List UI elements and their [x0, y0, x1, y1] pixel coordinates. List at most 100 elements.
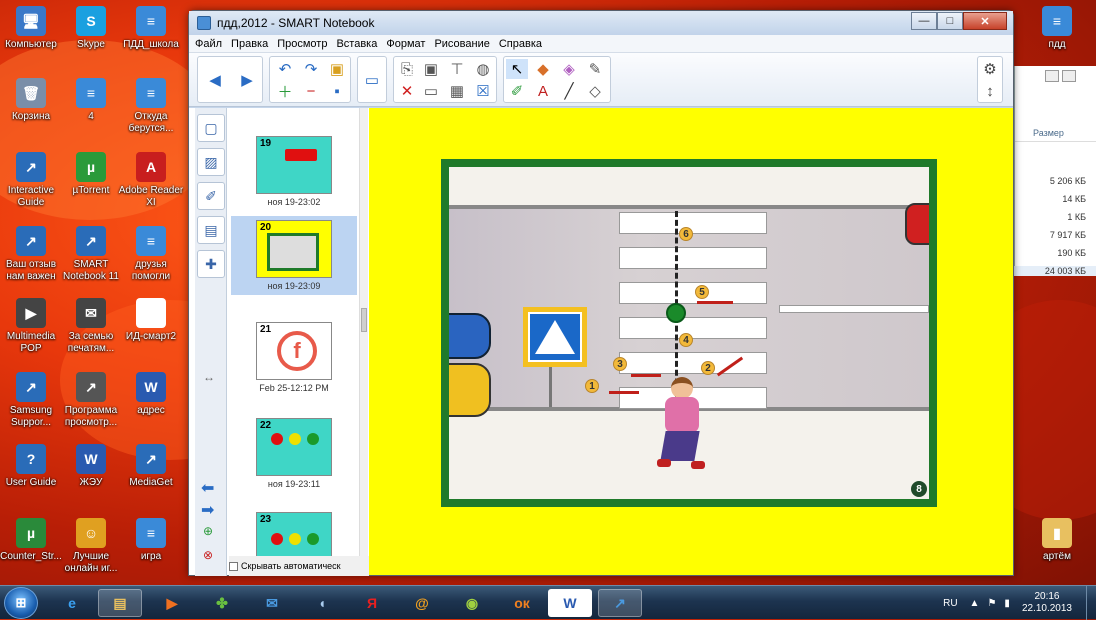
- clock-time[interactable]: 20:16: [1022, 591, 1072, 603]
- settings-icon[interactable]: ⚙: [979, 59, 1001, 79]
- mail-taskbar-icon[interactable]: ✉: [250, 589, 294, 617]
- media-taskbar-icon[interactable]: ▶: [150, 589, 194, 617]
- page-sorter-tab-icon[interactable]: ▢: [197, 114, 225, 142]
- size-column-header[interactable]: Размер: [1033, 128, 1064, 138]
- page-canvas[interactable]: 1 2 3 4 5 6 8: [369, 108, 1013, 575]
- gallery-tab-icon[interactable]: ▨: [197, 148, 225, 176]
- pen-icon[interactable]: ✐: [506, 81, 528, 101]
- ie-taskbar-icon[interactable]: e: [50, 589, 94, 617]
- desktop-icon-a-6[interactable]: ? User Guide: [0, 444, 64, 489]
- page-thumbnail-20[interactable]: 20 ноя 19-23:09: [231, 216, 357, 295]
- text-icon[interactable]: A: [532, 81, 554, 101]
- desktop-icon-a-2[interactable]: ↗ Interactive Guide: [0, 152, 64, 209]
- back-icon[interactable]: ◀: [204, 70, 226, 90]
- desktop-icon-r-0[interactable]: ≡ пдд: [1024, 6, 1090, 51]
- redo-icon[interactable]: ↷: [300, 59, 322, 79]
- show-desktop-button[interactable]: [1086, 586, 1096, 620]
- clock-date[interactable]: 22.10.2013: [1022, 603, 1072, 615]
- file-size-cell[interactable]: 190 КБ: [1057, 248, 1086, 258]
- menu-item-5[interactable]: Рисование: [434, 38, 489, 50]
- desktop-icon-c-1[interactable]: ≡ Откуда берутся...: [118, 78, 184, 135]
- screen-icon[interactable]: ▣: [420, 59, 442, 79]
- desktop-icon-b-3[interactable]: ↗ SMART Notebook 11: [58, 226, 124, 283]
- menu-item-4[interactable]: Формат: [386, 38, 425, 50]
- start-button[interactable]: ⊞: [4, 587, 38, 619]
- tray-arrow-icon[interactable]: ▲: [970, 598, 980, 609]
- magic-pen-icon[interactable]: ✎: [584, 59, 606, 79]
- battery-icon[interactable]: ▮: [1004, 598, 1010, 609]
- attachments-tab-icon[interactable]: ✐: [197, 182, 225, 210]
- language-indicator[interactable]: RU: [943, 598, 957, 609]
- menu-item-0[interactable]: Файл: [195, 38, 222, 50]
- games-taskbar-icon[interactable]: ◉: [450, 589, 494, 617]
- flag-icon[interactable]: ⚑: [987, 598, 996, 609]
- fill-icon[interactable]: ◆: [532, 59, 554, 79]
- open-icon[interactable]: ▣: [326, 59, 348, 79]
- word-taskbar-icon[interactable]: W: [548, 589, 592, 617]
- menu-item-1[interactable]: Правка: [231, 38, 268, 50]
- desktop-icon-b-6[interactable]: W ЖЭУ: [58, 444, 124, 489]
- desktop-icon-c-7[interactable]: ≡ игра: [118, 518, 184, 563]
- network-taskbar-icon[interactable]: ✤: [200, 589, 244, 617]
- menu-item-6[interactable]: Справка: [499, 38, 542, 50]
- minimize-button[interactable]: —: [911, 12, 937, 30]
- screen-shade-icon[interactable]: ⊤: [446, 59, 468, 79]
- ok-taskbar-icon[interactable]: ок: [500, 589, 544, 617]
- globe-icon[interactable]: ◍: [472, 59, 494, 79]
- file-size-cell[interactable]: 7 917 КБ: [1050, 230, 1086, 240]
- shape-eraser-icon[interactable]: ◇: [584, 81, 606, 101]
- display-icon[interactable]: ▭: [361, 70, 383, 90]
- delete-page-icon[interactable]: −: [300, 81, 322, 101]
- desktop-icon-a-4[interactable]: ▶ Multimedia POP: [0, 298, 64, 355]
- desktop-icon-c-5[interactable]: Wадрес: [118, 372, 184, 417]
- menu-item-3[interactable]: Вставка: [336, 38, 377, 50]
- traffic-scene-image[interactable]: 1 2 3 4 5 6 8: [441, 159, 937, 507]
- properties-tab-icon[interactable]: ▤: [197, 216, 225, 244]
- desktop-icon-a-5[interactable]: ↗ Samsung Suppor...: [0, 372, 64, 429]
- desktop-icon-a-0[interactable]: 🖥 Компьютер: [0, 6, 64, 51]
- notebook-taskbar-icon[interactable]: ↗: [598, 589, 642, 617]
- desktop-icon-a-3[interactable]: ↗ Ваш отзыв нам важен: [0, 226, 64, 283]
- explorer-taskbar-icon[interactable]: ▤: [98, 589, 142, 617]
- file-size-cell[interactable]: 1 КБ: [1067, 212, 1086, 222]
- maximize-button[interactable]: □: [937, 12, 963, 30]
- close-x-icon[interactable]: ☒: [472, 81, 494, 101]
- desktop-icon-a-7[interactable]: µ Counter_Str...: [0, 518, 64, 563]
- forward-icon[interactable]: ▶: [236, 70, 258, 90]
- file-size-cell[interactable]: 14 КБ: [1062, 194, 1086, 204]
- undo-icon[interactable]: ↶: [274, 59, 296, 79]
- table-icon[interactable]: ▦: [446, 81, 468, 101]
- eraser-icon[interactable]: ◈: [558, 59, 580, 79]
- save-icon[interactable]: ▪: [326, 81, 348, 101]
- delete-icon[interactable]: ✕: [396, 81, 418, 101]
- sound-taskbar-icon[interactable]: ◖: [300, 589, 344, 617]
- desktop-icon-b-5[interactable]: ↗ Программа просмотр...: [58, 372, 124, 429]
- desktop-icon-b-2[interactable]: µ µTorrent: [58, 152, 124, 197]
- next-page-icon[interactable]: ➡: [201, 500, 214, 520]
- desktop-icon-a-1[interactable]: 🗑 Корзина: [0, 78, 64, 123]
- file-size-cell[interactable]: 5 206 КБ: [1050, 176, 1086, 186]
- desktop-icon-b-4[interactable]: ✉ За семью печатям...: [58, 298, 124, 355]
- mailru-taskbar-icon[interactable]: @: [400, 589, 444, 617]
- desktop-icon-c-3[interactable]: ≡ друзья помогли: [118, 226, 184, 283]
- resize-arrows-icon[interactable]: ↔: [203, 370, 215, 384]
- file-size-cell[interactable]: 24 003 КБ: [1014, 266, 1096, 276]
- desktop-icon-c-6[interactable]: ↗ MediaGet: [118, 444, 184, 489]
- page-thumbnail-22[interactable]: 22 ноя 19-23:11: [231, 418, 357, 489]
- page-thumbnail-19[interactable]: 19 ноя 19-23:02: [231, 136, 357, 207]
- prev-page-icon[interactable]: ⬅: [201, 478, 214, 498]
- desktop-icon-b-1[interactable]: ≡ 4: [58, 78, 124, 123]
- select-icon[interactable]: ↖: [506, 59, 528, 79]
- auto-hide-checkbox[interactable]: Скрывать автоматическ: [229, 556, 369, 576]
- title-bar[interactable]: пдд,2012 - SMART Notebook — □ ✕: [189, 11, 1013, 35]
- addons-tab-icon[interactable]: ✚: [197, 250, 225, 278]
- desktop-icon-c-4[interactable]: ◧ ИД-смарт2: [118, 298, 184, 343]
- desktop-icon-r-1[interactable]: ▮ артём: [1024, 518, 1090, 563]
- close-button[interactable]: ✕: [963, 12, 1007, 30]
- page-thumbnail-23[interactable]: 23: [231, 512, 357, 556]
- menu-item-2[interactable]: Просмотр: [277, 38, 327, 50]
- line-icon[interactable]: ╱: [558, 81, 580, 101]
- delete-page-side-icon[interactable]: ⊗: [203, 548, 213, 562]
- screen-shade-down-icon[interactable]: ▭: [420, 81, 442, 101]
- desktop-icon-c-2[interactable]: A Adobe Reader XI: [118, 152, 184, 209]
